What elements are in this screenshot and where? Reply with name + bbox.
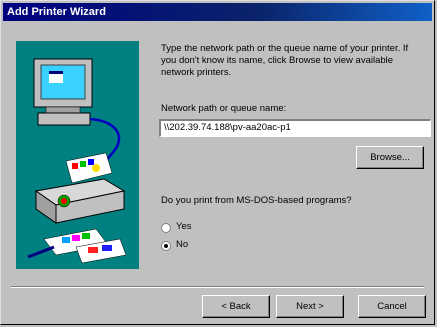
radio-yes[interactable] (161, 223, 171, 233)
radio-no-label[interactable]: No (176, 239, 188, 250)
back-button[interactable]: < Back (202, 295, 270, 318)
path-label-text: Network path or queue name: (161, 103, 287, 114)
next-button[interactable]: Next > (276, 295, 344, 318)
window-title: Add Printer Wizard (7, 6, 106, 18)
radio-yes-label[interactable]: Yes (176, 221, 192, 232)
wizard-illustration (16, 41, 139, 269)
printer-computer-icon (27, 58, 127, 264)
browse-button[interactable]: Browse... (356, 146, 424, 169)
add-printer-wizard-window: Add Printer Wizard Type the network path… (0, 0, 435, 325)
footer-divider (11, 286, 424, 288)
network-path-input[interactable]: \\202.39.74.188\pv-aa20ac-p1 (159, 119, 431, 137)
cancel-button[interactable]: Cancel (358, 295, 426, 318)
msdos-question: Do you print from MS-DOS-based programs? (161, 195, 352, 206)
radio-no[interactable] (161, 241, 171, 251)
title-bar: Add Printer Wizard (3, 3, 432, 21)
path-label: Network path or queue name: (161, 103, 286, 114)
instruction-text: Type the network path or the queue name … (161, 43, 409, 78)
